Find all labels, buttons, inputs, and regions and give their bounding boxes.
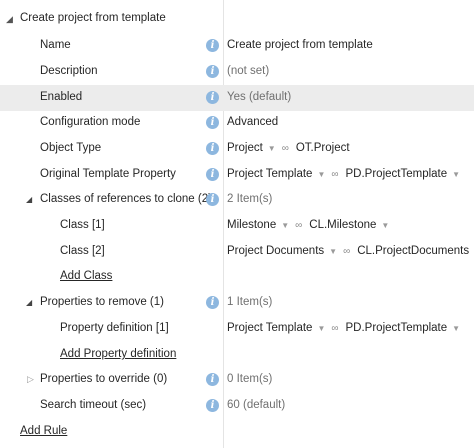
link-icon: ∞	[331, 168, 339, 180]
link-icon: ∞	[281, 142, 289, 154]
info-icon[interactable]: i	[206, 193, 219, 206]
property-value[interactable]: Project Template ▼ ∞ PD.ProjectTemplate …	[227, 322, 466, 334]
property-value: 0 Item(s)	[227, 373, 273, 385]
link-icon: ∞	[295, 219, 303, 231]
property-row-classes-to-clone[interactable]: ◢ Classes of references to clone (2) i 2…	[0, 187, 474, 213]
property-value[interactable]: Project Template ▼ ∞ PD.ProjectTemplate …	[227, 168, 466, 180]
property-row-class-2[interactable]: Class [2] Project Documents ▼ ∞ CL.Proje…	[0, 239, 474, 265]
property-row-object-type[interactable]: Object Type i Project ▼ ∞ OT.Project	[0, 136, 474, 162]
chevron-down-icon[interactable]: ▼	[317, 324, 325, 333]
info-icon[interactable]: i	[206, 373, 219, 386]
info-icon[interactable]: i	[206, 91, 219, 104]
value-text: Project	[227, 142, 263, 154]
add-rule-link[interactable]: Add Rule	[20, 425, 67, 437]
property-label: Classes of references to clone (2)	[40, 193, 212, 205]
property-label: Properties to remove (1)	[40, 296, 164, 308]
property-row-name[interactable]: Name i Create project from template	[0, 33, 474, 59]
property-value[interactable]: Project ▼ ∞ OT.Project	[227, 142, 350, 154]
info-icon[interactable]: i	[206, 116, 219, 129]
chevron-down-icon[interactable]: ▼	[281, 221, 289, 230]
reference-alias: CL.ProjectDocuments	[357, 245, 470, 257]
property-label: Object Type	[40, 142, 102, 154]
collapse-triangle-icon[interactable]: ◢	[6, 14, 13, 25]
rule-title: Create project from template	[20, 12, 166, 24]
link-icon: ∞	[343, 245, 351, 257]
add-rule-row: Add Rule	[0, 419, 474, 445]
value-text: Milestone	[227, 219, 277, 231]
property-label: Property definition [1]	[60, 322, 169, 334]
property-row-properties-to-override[interactable]: ▷ Properties to override (0) i 0 Item(s)	[0, 367, 474, 393]
info-icon[interactable]: i	[206, 142, 219, 155]
property-label: Description	[40, 65, 98, 77]
add-class-link[interactable]: Add Class	[60, 270, 112, 282]
property-value[interactable]: Milestone ▼ ∞ CL.Milestone ▼	[227, 219, 395, 231]
collapse-triangle-icon[interactable]: ◢	[26, 298, 32, 307]
property-row-class-1[interactable]: Class [1] Milestone ▼ ∞ CL.Milestone ▼	[0, 213, 474, 239]
property-label: Class [1]	[60, 219, 105, 231]
add-property-definition-link[interactable]: Add Property definition	[60, 348, 176, 360]
property-label: Name	[40, 39, 71, 51]
property-label: Properties to override (0)	[40, 373, 168, 385]
property-value[interactable]: Project Documents ▼ ∞ CL.ProjectDocument…	[227, 245, 474, 257]
property-label: Configuration mode	[40, 116, 141, 128]
link-icon: ∞	[331, 322, 339, 334]
property-row-search-timeout[interactable]: Search timeout (sec) i 60 (default)	[0, 393, 474, 419]
rule-header[interactable]: ◢ Create project from template	[0, 8, 474, 30]
property-value: 2 Item(s)	[227, 193, 273, 205]
chevron-down-icon[interactable]: ▼	[268, 144, 276, 153]
property-label: Enabled	[40, 91, 83, 103]
property-row-original-template-property[interactable]: Original Template Property i Project Tem…	[0, 162, 474, 188]
info-icon[interactable]: i	[206, 39, 219, 52]
property-row-enabled[interactable]: Enabled i Yes (default)	[0, 85, 474, 111]
chevron-down-icon[interactable]: ▼	[381, 221, 389, 230]
chevron-down-icon[interactable]: ▼	[317, 170, 325, 179]
info-icon[interactable]: i	[206, 65, 219, 78]
property-label: Class [2]	[60, 245, 105, 257]
value-text: Project Template	[227, 168, 313, 180]
value-text: Project Documents	[227, 245, 325, 257]
chevron-down-icon[interactable]: ▼	[452, 324, 460, 333]
property-value[interactable]: Create project from template	[227, 39, 373, 51]
expand-triangle-icon[interactable]: ▷	[27, 374, 34, 385]
info-icon[interactable]: i	[206, 168, 219, 181]
reference-alias: OT.Project	[295, 142, 350, 154]
property-value[interactable]: Yes (default)	[227, 91, 291, 103]
property-row-description[interactable]: Description i (not set)	[0, 59, 474, 85]
reference-alias: PD.ProjectTemplate	[345, 322, 448, 334]
property-value[interactable]: (not set)	[227, 65, 269, 77]
reference-alias: CL.Milestone	[309, 219, 377, 231]
property-label: Original Template Property	[40, 168, 176, 180]
property-row-property-definition-1[interactable]: Property definition [1] Project Template…	[0, 316, 474, 342]
property-value: 1 Item(s)	[227, 296, 273, 308]
chevron-down-icon[interactable]: ▼	[329, 247, 337, 256]
property-row-configuration-mode[interactable]: Configuration mode i Advanced	[0, 110, 474, 136]
property-row-properties-to-remove[interactable]: ◢ Properties to remove (1) i 1 Item(s)	[0, 290, 474, 316]
property-value[interactable]: Advanced	[227, 116, 278, 128]
chevron-down-icon[interactable]: ▼	[452, 170, 460, 179]
info-icon[interactable]: i	[206, 296, 219, 309]
add-class-row: Add Class	[0, 264, 474, 290]
add-property-definition-row: Add Property definition	[0, 342, 474, 368]
info-icon[interactable]: i	[206, 399, 219, 412]
collapse-triangle-icon[interactable]: ◢	[26, 195, 32, 204]
property-value[interactable]: 60 (default)	[227, 399, 285, 411]
reference-alias: PD.ProjectTemplate	[345, 168, 448, 180]
property-label: Search timeout (sec)	[40, 399, 147, 411]
value-text: Project Template	[227, 322, 313, 334]
